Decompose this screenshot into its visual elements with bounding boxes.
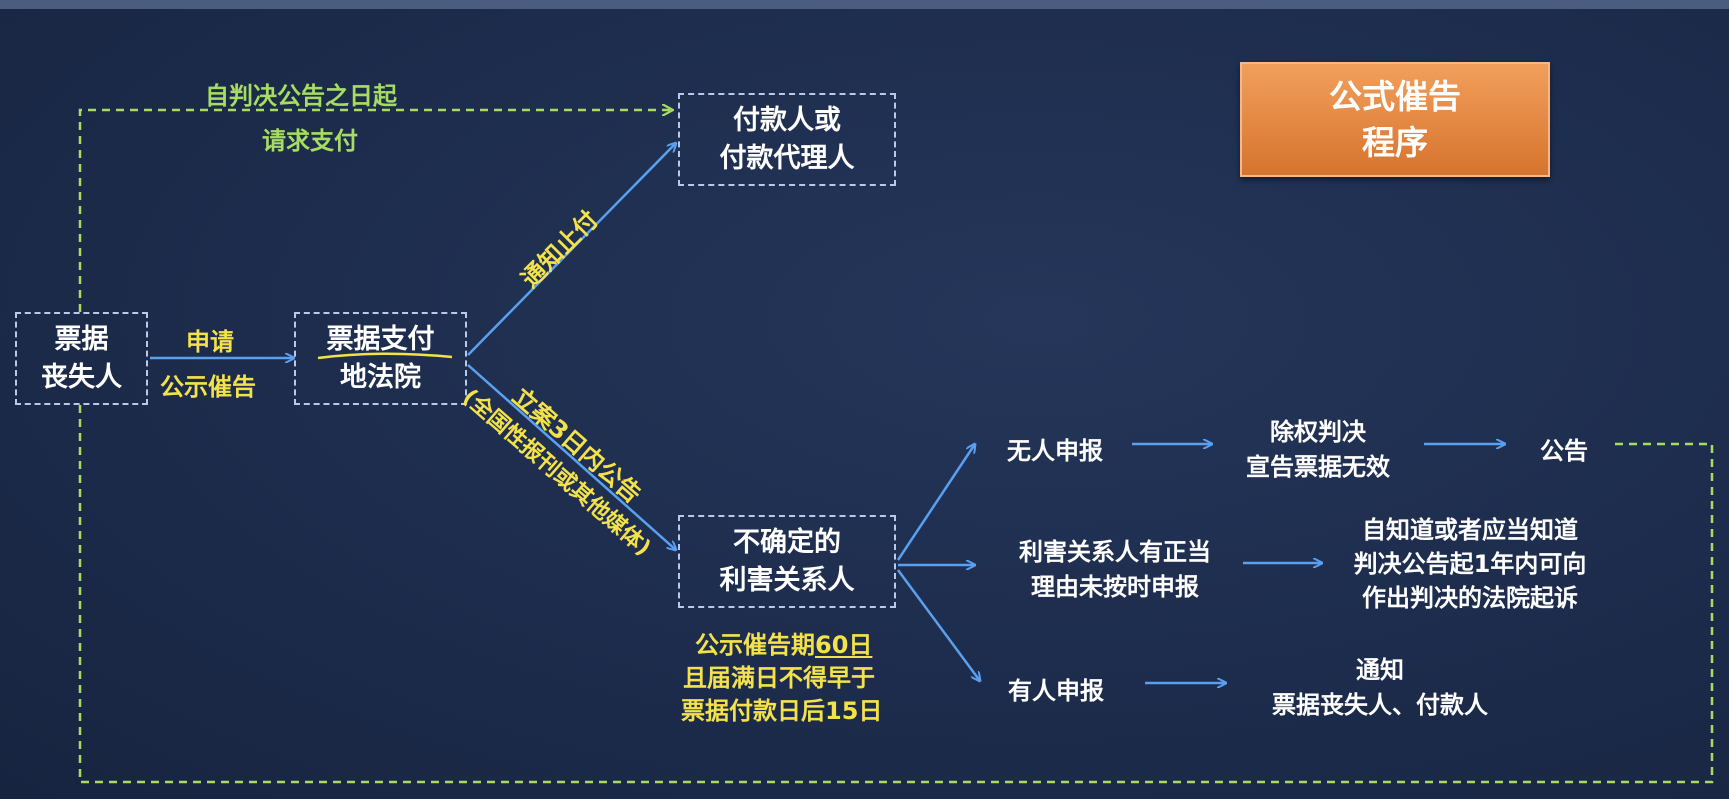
node-court: 票据支付 地法院 — [294, 312, 467, 405]
late-line-2: 理由未按时申报 — [1031, 573, 1199, 601]
sue-line-2: 判决公告起1年内可向 — [1353, 550, 1587, 578]
judgment-line-1: 除权判决 — [1270, 418, 1366, 446]
period-line-3: 票据付款日后15日 — [681, 697, 883, 725]
outcome-notify: 通知 票据丧失人、付款人 — [1240, 650, 1520, 720]
outcome-someone-declares: 有人申报 — [1008, 677, 1104, 705]
node-court-line-1: 票据支付 — [326, 323, 435, 355]
period-line-2: 且届满日不得早于 — [683, 664, 875, 692]
title-line-1: 公式催告 — [1329, 76, 1461, 116]
request-label-line-1: 自判决公告之日起 — [205, 82, 397, 110]
branch-none-arrow — [896, 444, 975, 561]
sue-line-3: 作出判决的法院起诉 — [1362, 584, 1578, 612]
notify-line-2: 票据丧失人、付款人 — [1272, 691, 1488, 719]
node-interested-party: 不确定的 利害关系人 — [678, 515, 896, 608]
period-days: 60日 — [815, 631, 873, 659]
node-payer-line-1: 付款人或 — [733, 104, 841, 136]
node-bill-loser-line-2: 丧失人 — [41, 361, 122, 393]
outcome-judgment: 除权判决 宣告票据无效 — [1213, 412, 1423, 482]
judgment-line-2: 宣告票据无效 — [1246, 453, 1390, 481]
outcome-no-declaration: 无人申报 — [1007, 437, 1103, 465]
node-interested-line-2: 利害关系人 — [719, 564, 855, 596]
late-line-1: 利害关系人有正当 — [1019, 538, 1211, 566]
node-payer: 付款人或 付款代理人 — [678, 93, 896, 186]
period-prefix: 公示催告期 — [695, 631, 815, 659]
title-line-2: 程序 — [1362, 122, 1428, 162]
apply-label-line-2: 公示催告 — [160, 373, 256, 401]
node-bill-loser: 票据 丧失人 — [15, 312, 148, 405]
outcome-announcement: 公告 — [1540, 437, 1588, 465]
node-bill-loser-line-1: 票据 — [54, 323, 109, 355]
diagram-title: 公式催告 程序 — [1240, 62, 1550, 177]
branch-someone-arrow — [896, 569, 980, 681]
outcome-late-declaration: 利害关系人有正当 理由未按时申报 — [990, 532, 1240, 602]
node-interested-line-1: 不确定的 — [733, 526, 841, 558]
request-label-line-2: 请求支付 — [262, 127, 358, 155]
node-court-line-2: 地法院 — [340, 361, 421, 393]
outcome-lawsuit-window: 自知道或者应当知道 判决公告起1年内可向 作出判决的法院起诉 — [1330, 513, 1610, 615]
apply-label-line-1: 申请 — [186, 328, 234, 356]
sue-line-1: 自知道或者应当知道 — [1362, 516, 1578, 544]
notify-line-1: 通知 — [1356, 656, 1404, 684]
node-payer-line-2: 付款代理人 — [719, 142, 855, 174]
period-line-1: 公示催告期60日 — [695, 625, 872, 660]
